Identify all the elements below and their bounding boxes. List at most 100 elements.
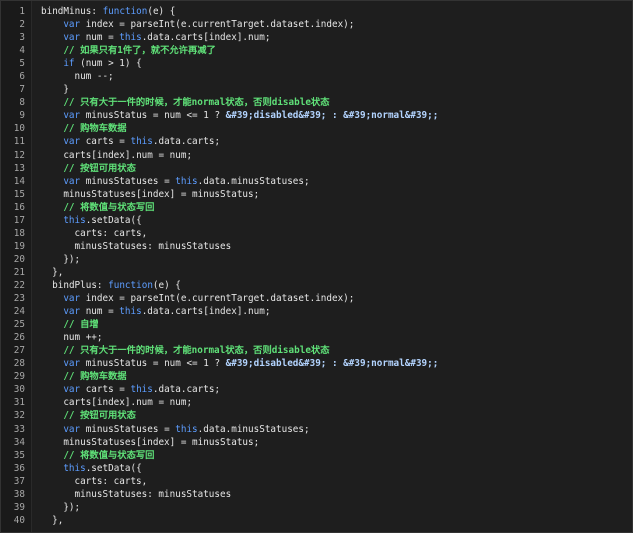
code-token: .data.minusStatuses;	[197, 175, 310, 187]
code-token: (e) {	[152, 279, 181, 291]
code-text: });	[41, 253, 80, 266]
keyword-token: function	[108, 279, 153, 291]
line-number: 28	[13, 358, 25, 370]
code-token: minusStatuses =	[80, 423, 176, 435]
line-number: 18	[13, 227, 25, 239]
code-token: bindMinus:	[41, 6, 103, 17]
code-text: var num = this.data.carts[index].num;	[41, 305, 270, 318]
code-token: carts =	[80, 136, 131, 148]
code-line[interactable]: 19 minusStatuses: minusStatuses	[1, 240, 632, 253]
code-line[interactable]: 15 minusStatuses[index] = minusStatus;	[1, 188, 632, 201]
line-number: 3	[19, 32, 25, 44]
code-line[interactable]: 6 num --;	[1, 70, 632, 83]
code-line[interactable]: 23 var index = parseInt(e.currentTarget.d…	[1, 292, 632, 305]
code-line[interactable]: 21},	[1, 266, 632, 279]
code-token: minusStatuses: minusStatuses	[74, 488, 232, 500]
code-line[interactable]: 36 this.setData({	[1, 462, 632, 475]
code-text: // 只有大于一件的时候，才能normal状态，否则disable状态	[41, 96, 329, 109]
code-line[interactable]: 2 var index = parseInt(e.currentTarget.da…	[1, 18, 632, 31]
code-text: this.setData({	[41, 214, 141, 227]
keyword-token: function	[102, 6, 148, 17]
code-line[interactable]: 26 num ++;	[1, 331, 632, 344]
code-token: num --;	[74, 71, 114, 83]
line-number: 7	[19, 84, 25, 96]
code-token: carts: carts,	[74, 227, 148, 239]
keyword-token: var	[63, 32, 81, 44]
code-line[interactable]: 7}	[1, 83, 632, 96]
keyword-token: this	[119, 306, 142, 318]
code-token: index = parseInt(e.currentTarget.dataset…	[80, 293, 355, 305]
code-line[interactable]: 13 // 按钮可用状态	[1, 162, 632, 175]
code-line[interactable]: 12 carts[index].num = num;	[1, 149, 632, 162]
line-number: 22	[13, 279, 25, 291]
code-line[interactable]: 25 // 自增	[1, 318, 632, 331]
line-number: 30	[13, 384, 25, 396]
code-line[interactable]: 39});	[1, 501, 632, 514]
code-line[interactable]: 5 if (num > 1) {	[1, 57, 632, 70]
code-text: },	[41, 514, 63, 527]
code-text: carts: carts,	[41, 475, 147, 488]
code-text: minusStatuses[index] = minusStatus;	[41, 188, 259, 201]
code-line[interactable]: 9 var minusStatus = num <= 1 ? &#39;disab…	[1, 109, 632, 122]
line-number: 10	[13, 123, 25, 135]
code-line[interactable]: 37 carts: carts,	[1, 475, 632, 488]
code-line[interactable]: 14 var minusStatuses = this.data.minusSta…	[1, 175, 632, 188]
line-number: 31	[13, 397, 25, 409]
code-line[interactable]: 24 var num = this.data.carts[index].num;	[1, 305, 632, 318]
line-number: 13	[13, 162, 25, 174]
code-line[interactable]: 31 carts[index].num = num;	[1, 396, 632, 409]
code-line[interactable]: 1 bindMinus: function(e) {	[1, 5, 632, 18]
code-token: minusStatus = num <= 1 ?	[80, 110, 226, 122]
code-line[interactable]: 34 minusStatuses[index] = minusStatus;	[1, 436, 632, 449]
code-token: num =	[80, 32, 120, 44]
keyword-token: var	[63, 384, 81, 396]
code-area[interactable]: 1 bindMinus: function(e) {2 var index = pa…	[1, 5, 632, 527]
code-line[interactable]: 32 // 按钮可用状态	[1, 409, 632, 422]
code-line[interactable]: 33 var minusStatuses = this.data.minusSta…	[1, 423, 632, 436]
code-token: minusStatuses[index] = minusStatus;	[63, 188, 260, 200]
code-line[interactable]: 17 this.setData({	[1, 214, 632, 227]
code-line[interactable]: 10 // 购物车数据	[1, 122, 632, 135]
comment-token: // 将数值与状态写回	[63, 201, 155, 213]
code-token: (e) {	[147, 6, 176, 17]
line-number: 25	[13, 319, 25, 331]
code-line[interactable]: 22 bindPlus: function(e) {	[1, 279, 632, 292]
line-number: 1	[19, 6, 25, 17]
code-line[interactable]: 28 var minusStatus = num <= 1 ? &#39;disa…	[1, 357, 632, 370]
code-line[interactable]: 20});	[1, 253, 632, 266]
code-line[interactable]: 4 // 如果只有1件了，就不允许再减了	[1, 44, 632, 57]
code-line[interactable]: 35 // 将数值与状态写回	[1, 449, 632, 462]
code-line[interactable]: 40},	[1, 514, 632, 527]
code-text: minusStatuses[index] = minusStatus;	[41, 436, 259, 449]
code-token: (num > 1) {	[74, 58, 142, 70]
code-token: .data.carts;	[152, 136, 221, 148]
line-number: 35	[13, 449, 25, 461]
code-token: .setData({	[85, 462, 142, 474]
code-text: minusStatuses: minusStatuses	[41, 240, 231, 253]
line-number: 39	[13, 501, 25, 513]
code-line[interactable]: 38 minusStatuses: minusStatuses	[1, 488, 632, 501]
code-line[interactable]: 29 // 购物车数据	[1, 370, 632, 383]
comment-token: // 将数值与状态写回	[63, 449, 155, 461]
code-token: carts =	[80, 384, 131, 396]
code-line[interactable]: 30 var carts = this.data.carts;	[1, 383, 632, 396]
code-editor[interactable]: 1 bindMinus: function(e) {2 var index = pa…	[0, 0, 633, 533]
keyword-token: var	[63, 136, 81, 148]
line-number: 34	[13, 436, 25, 448]
line-number: 29	[13, 371, 25, 383]
code-line[interactable]: 8 // 只有大于一件的时候，才能normal状态，否则disable状态	[1, 96, 632, 109]
line-number: 12	[13, 149, 25, 161]
keyword-token: var	[63, 110, 81, 122]
line-number: 6	[19, 71, 25, 83]
code-line[interactable]: 3 var num = this.data.carts[index].num;	[1, 31, 632, 44]
line-number: 2	[19, 19, 25, 31]
code-line[interactable]: 16 // 将数值与状态写回	[1, 201, 632, 214]
code-token: num =	[80, 306, 120, 318]
code-line[interactable]: 11 var carts = this.data.carts;	[1, 135, 632, 148]
line-number: 16	[13, 201, 25, 213]
code-text: // 将数值与状态写回	[41, 449, 154, 462]
line-number: 17	[13, 214, 25, 226]
code-line[interactable]: 27 // 只有大于一件的时候，才能normal状态，否则disable状态	[1, 344, 632, 357]
code-line[interactable]: 18 carts: carts,	[1, 227, 632, 240]
code-text: var minusStatuses = this.data.minusStatu…	[41, 175, 310, 188]
